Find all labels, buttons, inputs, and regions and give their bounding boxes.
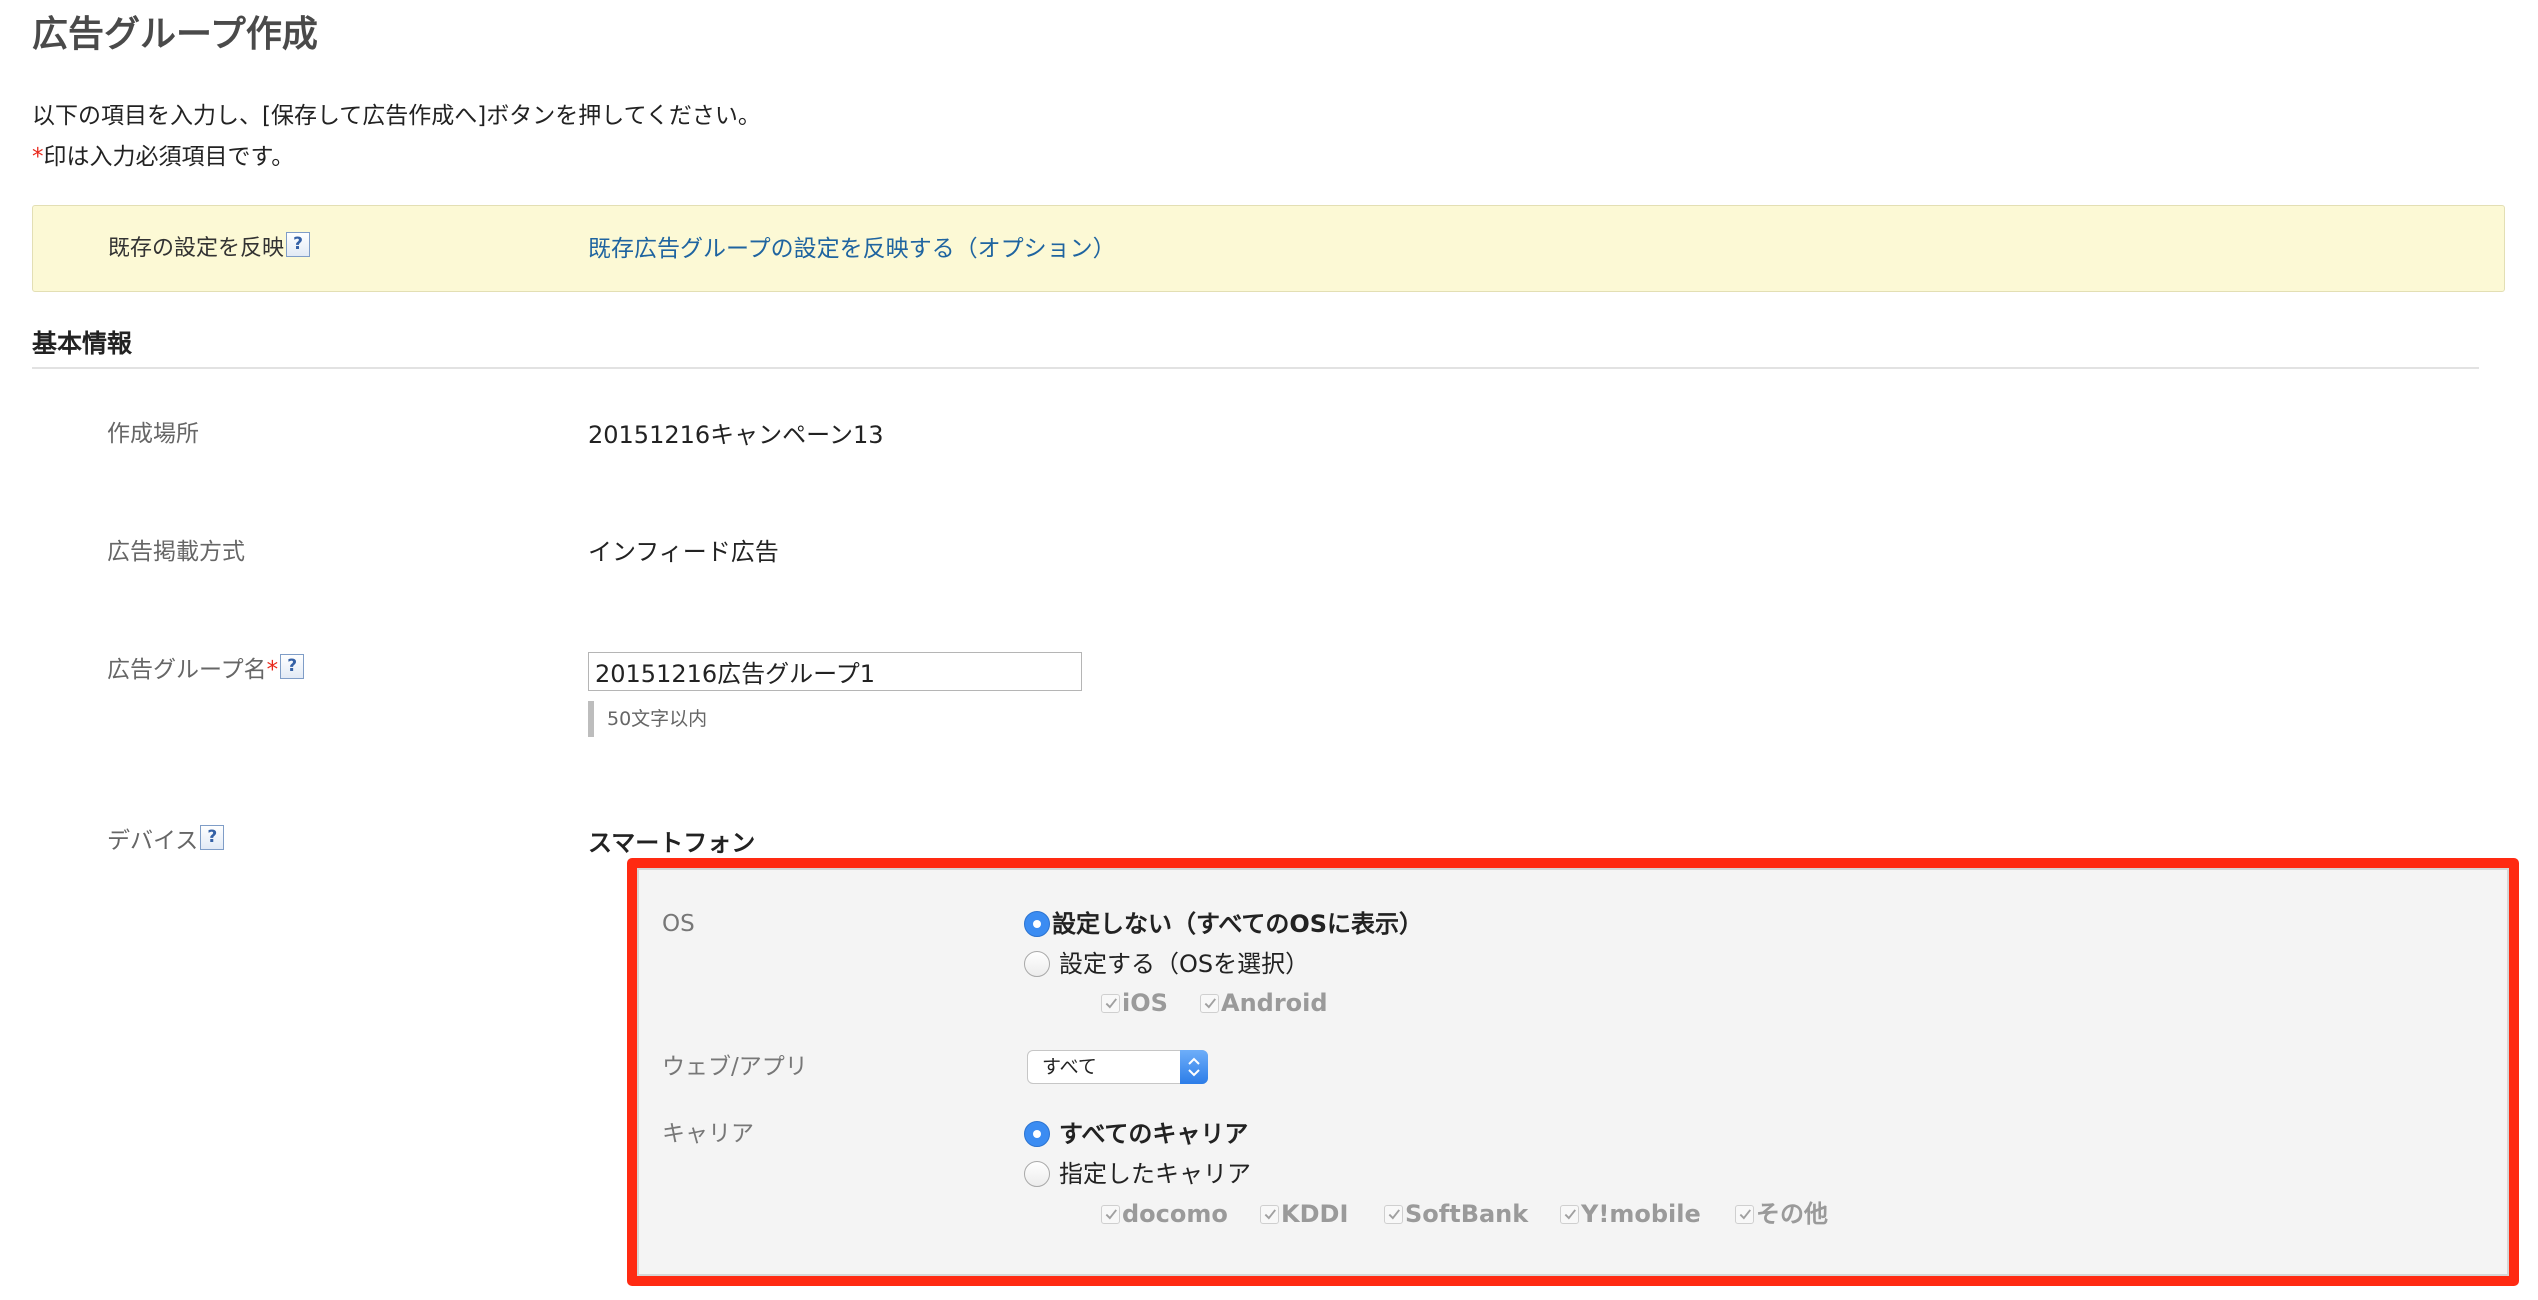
os-checkbox-android[interactable]: Android	[1200, 988, 1328, 1018]
apply-existing-settings-link[interactable]: 既存広告グループの設定を反映する（オプション）	[588, 235, 1116, 263]
ad-group-name-label-group: 広告グループ名 *?	[107, 653, 305, 684]
radio-icon[interactable]	[1024, 1161, 1050, 1187]
web-app-label: ウェブ/アプリ	[662, 1054, 808, 1080]
checkbox[interactable]	[1560, 1204, 1579, 1224]
device-settings-panel: OS 設定しない（すべてのOSに表示） 設定する（OSを選択） iOS Andr…	[627, 858, 2519, 1286]
checkbox[interactable]	[1200, 993, 1219, 1013]
chevron-up-down-icon[interactable]	[1180, 1050, 1208, 1084]
os-checkbox-android-label: Android	[1221, 989, 1328, 1017]
check-icon	[1739, 1209, 1751, 1220]
os-option-all-label: 設定しない（すべてのOSに表示）	[1052, 910, 1424, 938]
os-option-select[interactable]: 設定する（OSを選択）	[1024, 949, 1309, 979]
check-icon	[1105, 998, 1117, 1009]
check-icon	[1105, 1209, 1117, 1220]
location-label: 作成場所	[107, 421, 199, 447]
radio-icon[interactable]	[1024, 951, 1050, 977]
section-divider	[32, 367, 2479, 369]
ad-group-name-input[interactable]	[588, 652, 1082, 691]
carrier-checkbox-softbank[interactable]: SoftBank	[1384, 1199, 1528, 1229]
intro-text: 以下の項目を入力し、[保存して広告作成へ]ボタンを押してください。	[32, 103, 761, 129]
checkbox[interactable]	[1101, 993, 1120, 1013]
existing-settings-panel: 既存の設定を反映 ? 既存広告グループの設定を反映する（オプション）	[32, 205, 2505, 292]
device-label: デバイス	[107, 828, 199, 854]
os-option-all[interactable]: 設定しない（すべてのOSに表示）	[1024, 909, 1423, 939]
carrier-label: キャリア	[662, 1121, 754, 1147]
check-icon	[1204, 998, 1216, 1009]
check-icon	[1564, 1209, 1576, 1220]
ad-group-name-hint: 50文字以内	[607, 708, 708, 730]
carrier-option-select-label: 指定したキャリア	[1059, 1160, 1251, 1188]
help-icon[interactable]: ?	[200, 824, 225, 850]
check-icon	[1388, 1209, 1400, 1220]
os-checkbox-ios[interactable]: iOS	[1101, 988, 1168, 1018]
device-value: スマートフォン	[588, 829, 756, 857]
carrier-checkbox-kddi[interactable]: KDDI	[1260, 1199, 1348, 1229]
radio-icon[interactable]	[1024, 1121, 1050, 1147]
required-mark: *	[32, 144, 44, 170]
checkbox[interactable]	[1735, 1204, 1754, 1224]
web-app-select[interactable]: すべて	[1027, 1050, 1208, 1084]
os-option-select-label: 設定する（OSを選択）	[1059, 950, 1310, 978]
help-icon[interactable]: ?	[280, 653, 305, 679]
os-checkbox-ios-label: iOS	[1122, 989, 1168, 1017]
carrier-checkbox-docomo[interactable]: docomo	[1101, 1199, 1228, 1229]
carrier-checkbox-kddi-label: KDDI	[1281, 1200, 1349, 1228]
carrier-checkbox-docomo-label: docomo	[1122, 1200, 1228, 1228]
carrier-option-all[interactable]: すべてのキャリア	[1024, 1119, 1248, 1149]
carrier-checkbox-ymobile-label: Y!mobile	[1581, 1200, 1701, 1228]
section-heading-basic-info: 基本情報	[32, 329, 133, 358]
required-note: *印は入力必須項目です。	[32, 143, 294, 171]
required-mark: *	[266, 657, 279, 683]
checkbox[interactable]	[1260, 1204, 1279, 1224]
carrier-option-select[interactable]: 指定したキャリア	[1024, 1159, 1251, 1189]
radio-icon[interactable]	[1024, 911, 1050, 937]
location-value: 20151216キャンペーン13	[588, 421, 884, 449]
page-title: 広告グループ作成	[32, 14, 318, 55]
os-label: OS	[662, 911, 695, 937]
carrier-checkbox-softbank-label: SoftBank	[1405, 1200, 1529, 1228]
existing-settings-label: 既存の設定を反映	[108, 235, 285, 261]
checkbox[interactable]	[1101, 1204, 1120, 1224]
required-note-text: 印は入力必須項目です。	[43, 144, 295, 170]
web-app-select-value: すべて	[1042, 1056, 1097, 1078]
existing-settings-label-group: 既存の設定を反映 ?	[108, 232, 588, 263]
placement-label: 広告掲載方式	[107, 539, 245, 565]
check-icon	[1264, 1209, 1276, 1220]
carrier-checkbox-ymobile[interactable]: Y!mobile	[1560, 1199, 1701, 1229]
carrier-checkbox-other[interactable]: その他	[1735, 1199, 1828, 1229]
placement-value: インフィード広告	[588, 538, 779, 566]
device-label-group: デバイス?	[107, 824, 225, 855]
ad-group-name-label: 広告グループ名	[107, 657, 267, 683]
carrier-option-all-label: すべてのキャリア	[1059, 1120, 1249, 1148]
carrier-checkbox-other-label: その他	[1756, 1200, 1828, 1228]
checkbox[interactable]	[1384, 1204, 1403, 1224]
help-icon[interactable]: ?	[286, 232, 311, 257]
hint-bar	[588, 701, 594, 737]
